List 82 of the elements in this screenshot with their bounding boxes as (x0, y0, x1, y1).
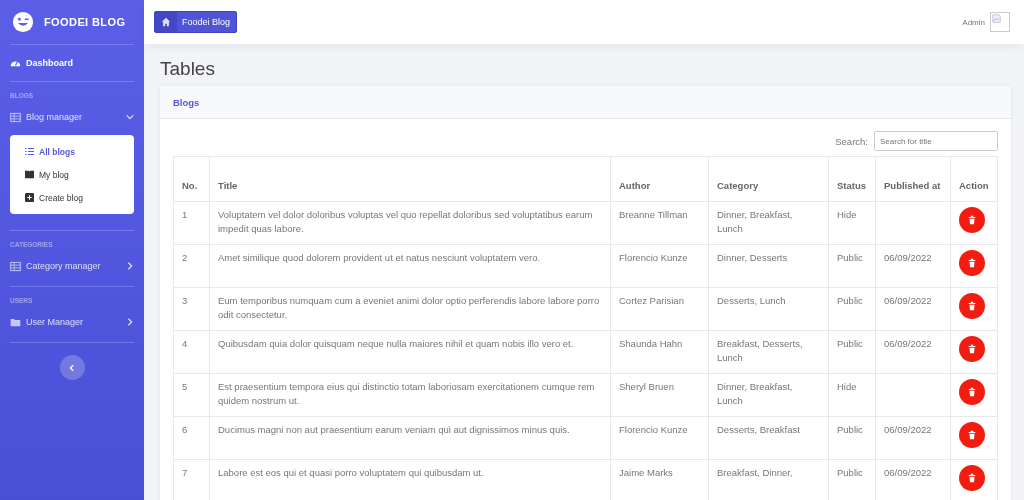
column-header: Published at (875, 156, 951, 202)
card-title: Blogs (173, 96, 200, 108)
table-icon (10, 111, 21, 123)
trash-icon (967, 430, 977, 440)
delete-button[interactable] (959, 465, 985, 491)
table-cell: 2 (173, 244, 210, 288)
nav-item[interactable]: Blog manager (10, 103, 134, 131)
plus-square-icon (25, 193, 34, 202)
table-cell: Breakfast, Desserts, Lunch (708, 330, 829, 374)
trash-icon (967, 473, 977, 483)
table-cell: Desserts, Breakfast (708, 416, 829, 460)
search-label: Search: (835, 135, 868, 147)
table-cell: Quibusdam quia dolor quisquam neque nulla maiores nihil et quam nobis illo vero et. (209, 330, 611, 374)
table-cell: 06/09/2022 (875, 330, 951, 374)
table-cell: Dinner, Breakfast, Lunch (708, 373, 829, 417)
chevron-icon (126, 262, 134, 270)
user-name: Admin (962, 17, 985, 27)
table-cell: Public (828, 287, 876, 331)
delete-button[interactable] (959, 207, 985, 233)
page-title: Tables (160, 58, 216, 80)
table-cell: Cortez Parisian (610, 287, 709, 331)
table-icon (10, 260, 21, 272)
home-icon (155, 12, 177, 32)
delete-button[interactable] (959, 336, 985, 362)
chevron-icon (126, 318, 134, 326)
table-cell: Amet similique quod dolorem provident ut et natus nesciunt voluptatem vero. (209, 244, 611, 288)
table-cell: Public (828, 244, 876, 288)
smiley-logo-icon (12, 11, 34, 33)
table-cell: Ducimus magni non aut praesentium earum veniam qui aut dignissimos minus quis. (209, 416, 611, 460)
submenu-item[interactable]: All blogs (10, 140, 134, 163)
table-cell: Dinner, Desserts (708, 244, 829, 288)
table-cell: Voluptatem vel dolor doloribus voluptas vel quo repellat doloribus sed voluptatibus earum impedit quas labore. (209, 201, 611, 245)
trash-icon (967, 258, 977, 268)
table-cell: 06/09/2022 (875, 244, 951, 288)
delete-button[interactable] (959, 250, 985, 276)
table-cell: Eum temporibus numquam cum a eveniet animi dolor optio perferendis labore labore porro odit consectetur. (209, 287, 611, 331)
nav-item[interactable]: Category manager (10, 252, 134, 280)
breadcrumb-link[interactable]: Foodei Blog (154, 11, 238, 33)
table-cell: Public (828, 330, 876, 374)
table-cell: Desserts, Lunch (708, 287, 829, 331)
chevron-icon (126, 113, 134, 121)
table-cell: Florencio Kunze (610, 416, 709, 460)
table-cell: Hide (828, 201, 876, 245)
book-icon (25, 170, 34, 179)
submenu-item[interactable]: My blog (10, 163, 134, 186)
delete-button[interactable] (959, 379, 985, 405)
trash-icon (967, 387, 977, 397)
table-cell: Est praesentium tempora eius qui distinctio totam laboriosam exercitationem cumque rem quidem nostrum ut. (209, 373, 611, 417)
trash-icon (967, 344, 977, 354)
nav-item[interactable]: Dashboard (10, 45, 134, 82)
list-icon (25, 147, 34, 156)
table-cell: Dinner, Breakfast, Lunch (708, 201, 829, 245)
table-cell: 6 (173, 416, 210, 460)
table-cell: Breanne Tillman (610, 201, 709, 245)
submenu-item[interactable]: Create blog (10, 186, 134, 209)
table-cell: Public (828, 416, 876, 460)
chevron-left-icon (68, 363, 76, 372)
delete-button[interactable] (959, 422, 985, 448)
brand-name: FOODEI BLOG (44, 16, 126, 28)
nav-item[interactable]: User Manager (10, 308, 134, 336)
table-cell: 4 (173, 330, 210, 374)
column-header: Status (828, 156, 876, 202)
table-cell: 06/09/2022 (875, 287, 951, 331)
column-header: Title (209, 156, 611, 202)
table-cell: Shaunda Hahn (610, 330, 709, 374)
table-cell: Hide (828, 373, 876, 417)
column-header: Action (950, 156, 998, 202)
table-cell: 06/09/2022 (875, 416, 951, 460)
search-field[interactable]: Search for title (874, 131, 998, 151)
column-header: Author (610, 156, 709, 202)
column-header: Category (708, 156, 829, 202)
folder-icon (10, 316, 21, 328)
trash-icon (967, 215, 977, 225)
table-cell: 3 (173, 287, 210, 331)
table-cell: Sheryl Bruen (610, 373, 709, 417)
delete-button[interactable] (959, 293, 985, 319)
table-cell: 1 (173, 201, 210, 245)
table-cell: 7 (173, 459, 210, 500)
trash-icon (967, 301, 977, 311)
table-cell: 5 (173, 373, 210, 417)
table-cell: Florencio Kunze (610, 244, 709, 288)
column-header: No. (173, 156, 210, 202)
